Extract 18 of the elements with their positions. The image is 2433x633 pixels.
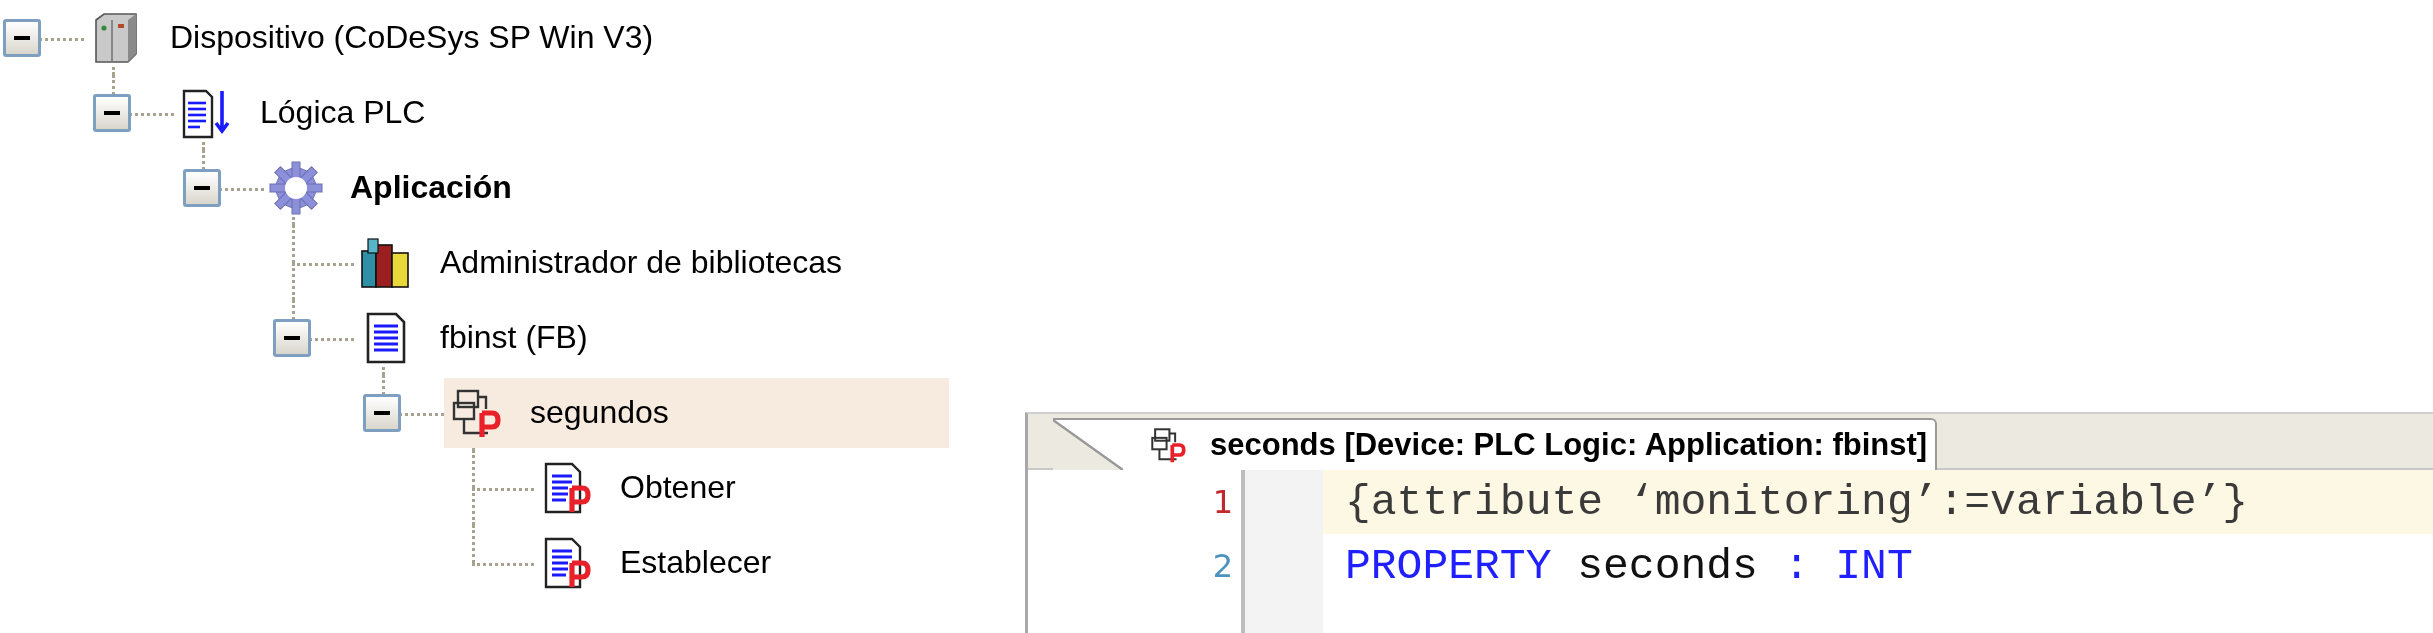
tree-item[interactable]: Dispositivo (CoDeSys SP Win V3) [84, 2, 934, 73]
property-icon [1148, 425, 1188, 465]
collapse-toggle[interactable] [183, 168, 221, 207]
tree-item[interactable]: Establecer [534, 527, 1052, 598]
tree-item[interactable]: fbinst (FB) [354, 302, 868, 373]
tree-item[interactable]: Lógica PLC [174, 77, 706, 148]
editor-tab[interactable]: seconds [Device: PLC Logic: Application: fbinst] [1053, 418, 1938, 470]
collapse-toggle[interactable] [363, 393, 401, 432]
collapse-toggle[interactable] [93, 93, 131, 132]
tree-item[interactable]: Aplicación [264, 152, 792, 223]
tree-item[interactable]: Administrador de bibliotecas [354, 227, 1122, 298]
line-number: 1 [1212, 482, 1234, 523]
collapse-toggle[interactable] [273, 318, 311, 357]
code-line: PROPERTY seconds : INT [1344, 540, 1914, 593]
line-number: 2 [1212, 546, 1234, 587]
tree-item[interactable]: Obtener [534, 452, 1016, 523]
collapse-toggle[interactable] [3, 18, 41, 57]
tree-item[interactable]: segundos [444, 377, 949, 448]
